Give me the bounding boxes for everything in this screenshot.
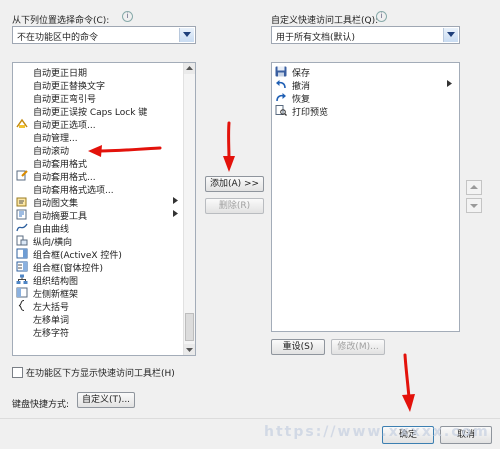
list-item[interactable]: 自动更正误按 Caps Lock 键 <box>13 104 183 118</box>
keyboard-shortcut-label: 键盘快捷方式: <box>12 400 70 410</box>
freeform-icon <box>16 222 28 233</box>
list-item[interactable]: 自动更正弯引号 <box>13 91 183 105</box>
list-item[interactable]: 恢复 <box>272 91 457 105</box>
show-below-ribbon-checkbox[interactable] <box>12 367 23 378</box>
orientation-icon <box>16 235 28 246</box>
info-icon: i <box>376 11 387 22</box>
scroll-down-button[interactable] <box>184 344 195 355</box>
qat-list[interactable]: 保存 撤消 恢复打印预览 <box>271 62 460 332</box>
qat-scope-value: 用于所有文档(默认) <box>276 33 356 43</box>
reset-button[interactable]: 重设(S) <box>271 339 325 355</box>
customize-shortcut-button[interactable]: 自定义(T)... <box>77 392 135 408</box>
list-item[interactable]: 打印预览 <box>272 104 457 118</box>
commands-from-combo[interactable]: 不在功能区中的命令 <box>12 26 196 44</box>
autotext-icon <box>16 196 28 207</box>
add-button[interactable]: 添加(A) >> <box>205 176 264 192</box>
list-item-label: 左移字符 <box>33 329 70 339</box>
list-item[interactable]: 保存 <box>272 65 457 79</box>
list-item[interactable]: 自动更正替换文字 <box>13 78 183 92</box>
list-item[interactable]: 自动套用格式选项... <box>13 182 183 196</box>
commands-scrollbar[interactable] <box>183 63 195 355</box>
list-item[interactable]: 组合框(ActiveX 控件) <box>13 247 183 261</box>
list-item[interactable]: 左大括号 <box>13 299 183 313</box>
commands-list[interactable]: 自动更正日期 自动更正替换文字 自动更正弯引号 自动更正误按 Caps Lock 键自… <box>12 62 196 356</box>
combobox-activex-icon <box>16 248 28 259</box>
list-item[interactable]: 纵向/横向 <box>13 234 183 248</box>
submenu-arrow-icon <box>447 80 452 90</box>
list-item[interactable]: 自由曲线 <box>13 221 183 235</box>
remove-button[interactable]: 删除(R) <box>205 198 264 214</box>
chevron-down-icon[interactable] <box>443 28 458 42</box>
combobox-form-icon <box>16 261 28 272</box>
customize-qat-label: 自定义快速访问工具栏(Q): <box>271 16 379 26</box>
commands-from-label: 从下列位置选择命令(C): <box>12 16 110 26</box>
show-below-ribbon-label: 在功能区下方显示快速访问工具栏(H) <box>26 369 175 379</box>
list-item[interactable]: 自动更正选项... <box>13 117 183 131</box>
submenu-arrow-icon <box>173 197 178 207</box>
move-up-button[interactable] <box>466 180 482 195</box>
chevron-down-icon[interactable] <box>179 28 194 42</box>
list-item[interactable]: 自动更正日期 <box>13 65 183 79</box>
scroll-up-button[interactable] <box>184 63 195 74</box>
list-item[interactable]: 左移单词 <box>13 312 183 326</box>
footer-divider <box>0 418 500 419</box>
info-icon: i <box>122 11 133 22</box>
new-frame-left-icon <box>16 287 28 298</box>
list-item[interactable]: 自动套用格式... <box>13 169 183 183</box>
modify-button[interactable]: 修改(M)... <box>331 339 385 355</box>
commands-from-value: 不在功能区中的命令 <box>17 33 99 43</box>
move-down-button[interactable] <box>466 198 482 213</box>
list-item[interactable]: 左侧新框架 <box>13 286 183 300</box>
list-item[interactable]: 组织结构图 <box>13 273 183 287</box>
autocorrect-options-icon <box>16 118 28 129</box>
watermark-text: https://www.xxxxx.com <box>264 424 490 440</box>
list-item[interactable]: 组合框(窗体控件) <box>13 260 183 274</box>
left-brace-icon <box>16 300 28 311</box>
autosummary-icon <box>16 209 28 220</box>
list-item-label: 打印预览 <box>292 108 329 118</box>
org-chart-icon <box>16 274 28 285</box>
annotation-arrow-left <box>88 145 162 157</box>
undo-icon <box>275 79 287 90</box>
print-preview-icon <box>275 105 287 116</box>
save-icon <box>275 66 287 77</box>
list-item[interactable]: 撤消 <box>272 78 457 92</box>
submenu-arrow-icon <box>173 210 178 220</box>
list-item[interactable]: 左移字符 <box>13 325 183 339</box>
qat-scope-combo[interactable]: 用于所有文档(默认) <box>271 26 460 44</box>
annotation-arrow-ok <box>402 353 415 412</box>
list-item[interactable]: 自动图文集 <box>13 195 183 209</box>
list-item[interactable]: 自动摘要工具 <box>13 208 183 222</box>
scroll-thumb[interactable] <box>185 313 194 341</box>
autoformat-icon <box>16 170 28 181</box>
redo-icon <box>275 92 287 103</box>
annotation-arrow-add <box>223 121 235 172</box>
